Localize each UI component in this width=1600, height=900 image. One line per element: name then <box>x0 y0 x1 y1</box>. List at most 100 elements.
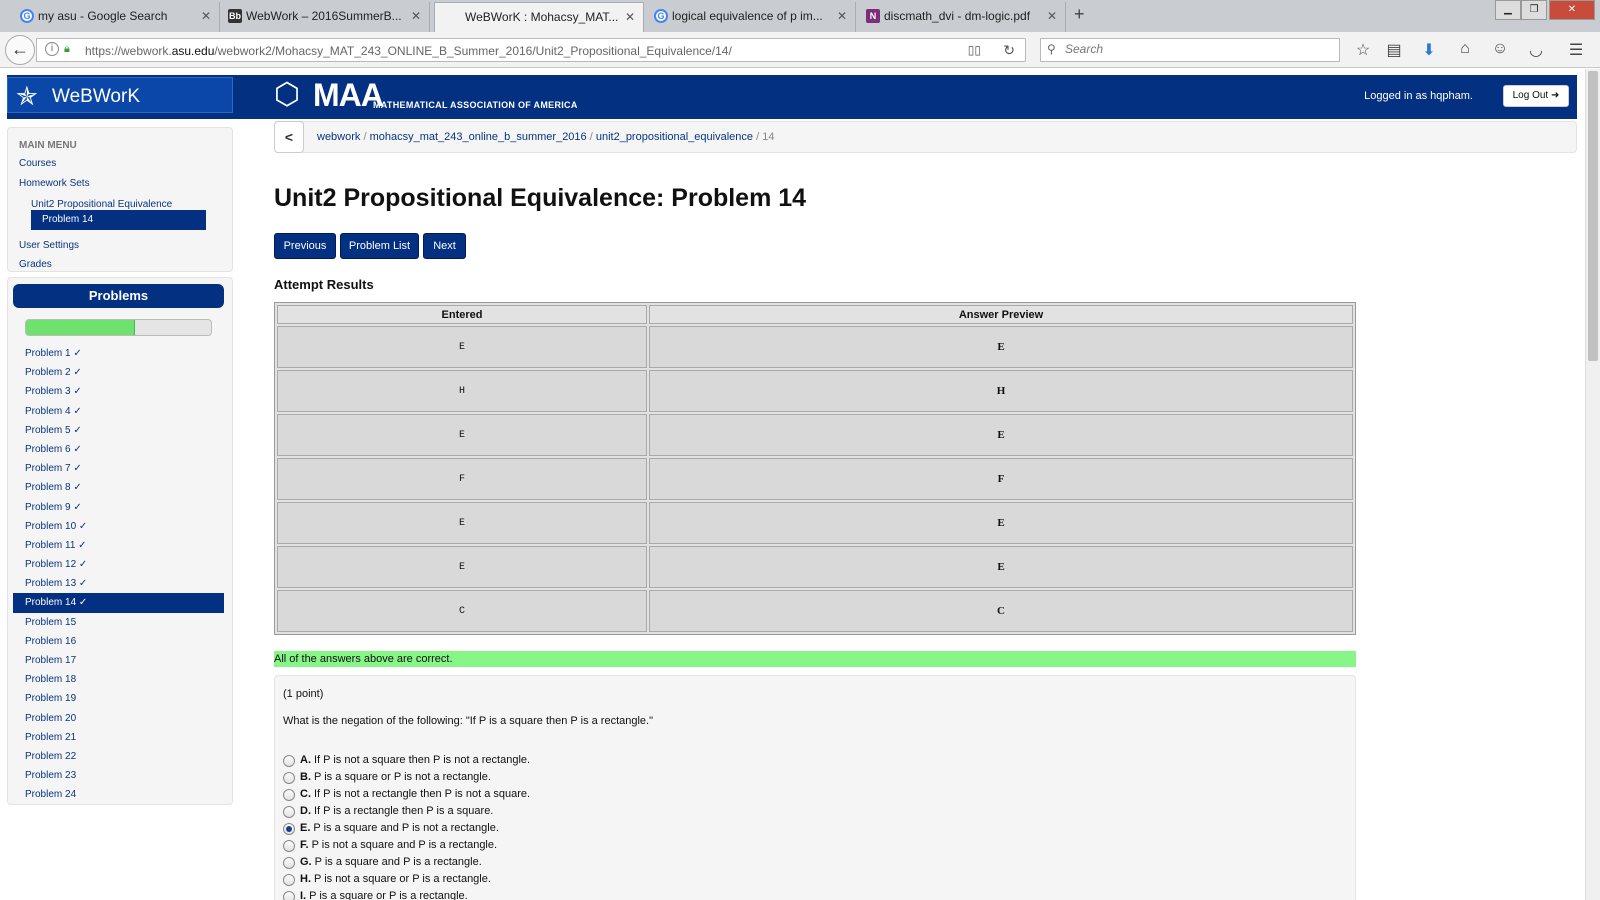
answer-choice[interactable]: E. P is a square and P is not a rectangle… <box>283 822 499 838</box>
problem-list-item[interactable]: Problem 1 ✓ <box>13 344 224 363</box>
browser-tab-webwork-active[interactable]: WeBWorK : Mohacsy_MAT... ✕ <box>434 2 644 32</box>
answer-choice[interactable]: H. P is not a square or P is a rectangle. <box>283 873 491 889</box>
menu-link-current-problem[interactable]: Problem 14 <box>31 210 206 230</box>
url-bar[interactable]: i 🔒︎ https://webwork.asu.edu/webwork2/Mo… <box>36 38 1026 62</box>
entered-cell: F <box>277 458 647 500</box>
problem-list-item[interactable]: Problem 4 ✓ <box>13 402 224 421</box>
close-tab-icon[interactable]: ✕ <box>1047 2 1057 30</box>
new-tab-icon[interactable]: + <box>1074 4 1085 25</box>
problem-list-item[interactable]: Problem 13 ✓ <box>13 574 224 593</box>
problem-list-item[interactable]: Problem 8 ✓ <box>13 478 224 497</box>
brand-name: WeBWorK <box>52 86 140 107</box>
close-tab-icon[interactable]: ✕ <box>625 3 635 31</box>
chevron-left-icon[interactable]: < <box>274 121 304 153</box>
bookmark-star-icon[interactable]: ☆ <box>1352 40 1374 60</box>
browser-search-box[interactable]: ⚲ <box>1040 38 1340 62</box>
table-row: FF <box>277 458 1353 500</box>
choice-text: P is a square or P is a rectangle. <box>309 890 468 900</box>
previous-button[interactable]: Previous <box>274 233 336 259</box>
logout-label: Log Out <box>1512 90 1549 101</box>
radio-button[interactable] <box>283 755 295 767</box>
problem-list-item[interactable]: Problem 23 <box>13 766 224 785</box>
close-tab-icon[interactable]: ✕ <box>837 2 847 30</box>
answer-choice[interactable]: D. If P is a rectangle then P is a square… <box>283 805 493 821</box>
choice-letter: I. <box>300 890 307 900</box>
choice-letter: A. <box>300 754 311 766</box>
problem-list-item[interactable]: Problem 9 ✓ <box>13 498 224 517</box>
problem-list-item[interactable]: Problem 18 <box>13 670 224 689</box>
problem-list-item[interactable]: Problem 6 ✓ <box>13 440 224 459</box>
lock-icon[interactable]: 🔒︎ <box>64 43 70 56</box>
home-icon[interactable]: ⌂ <box>1454 40 1476 60</box>
reload-icon[interactable]: ↻ <box>1003 42 1015 59</box>
radio-button[interactable] <box>283 789 295 801</box>
problem-list-button[interactable]: Problem List <box>340 233 419 259</box>
problem-list-item[interactable]: Problem 22 <box>13 747 224 766</box>
problem-list-item[interactable]: Problem 19 <box>13 689 224 708</box>
close-window-icon[interactable]: ✕ <box>1549 0 1595 20</box>
browser-tab-logical-equivalence[interactable]: G logical equivalence of p im... ✕ <box>648 2 856 32</box>
problem-list-item[interactable]: Problem 3 ✓ <box>13 382 224 401</box>
problem-list-item[interactable]: Problem 2 ✓ <box>13 363 224 382</box>
problem-list-item[interactable]: Problem 14 ✓ <box>13 593 224 613</box>
radio-button[interactable] <box>283 806 295 818</box>
answer-choice[interactable]: G. P is a square and P is a rectangle. <box>283 856 482 872</box>
answer-choice[interactable]: F. P is not a square and P is a rectangle… <box>283 839 497 855</box>
problem-list-item[interactable]: Problem 12 ✓ <box>13 555 224 574</box>
problem-points: (1 point) <box>283 688 324 700</box>
breadcrumb-course[interactable]: mohacsy_mat_243_online_b_summer_2016 <box>370 131 587 143</box>
answer-choice[interactable]: I. P is a square or P is a rectangle. <box>283 890 468 900</box>
answer-choice[interactable]: C. If P is not a rectangle then P is not … <box>283 788 530 804</box>
close-tab-icon[interactable]: ✕ <box>411 2 421 30</box>
radio-button[interactable] <box>283 840 295 852</box>
choice-text: P is a square and P is not a rectangle. <box>313 822 499 834</box>
menu-link-homework-sets[interactable]: Homework Sets <box>19 178 90 189</box>
download-icon[interactable]: ⬇ <box>1418 40 1440 60</box>
browser-tab-google-search[interactable]: G my asu - Google Search ✕ <box>14 2 220 32</box>
problem-list-item[interactable]: Problem 17 <box>13 651 224 670</box>
hamburger-menu-icon[interactable]: ☰ <box>1565 40 1587 60</box>
close-tab-icon[interactable]: ✕ <box>201 2 211 30</box>
menu-link-user-settings[interactable]: User Settings <box>19 240 79 251</box>
problem-list-item[interactable]: Problem 16 <box>13 632 224 651</box>
info-icon[interactable]: i <box>45 42 59 56</box>
problem-list-item[interactable]: Problem 24 <box>13 785 224 804</box>
radio-button[interactable] <box>283 772 295 784</box>
reading-list-icon[interactable]: ▤ <box>1383 40 1405 60</box>
problem-list-item[interactable]: Problem 21 <box>13 728 224 747</box>
browser-tab-discmath[interactable]: N discmath_dvi - dm-logic.pdf ✕ <box>860 2 1066 32</box>
breadcrumb-set[interactable]: unit2_propositional_equivalence <box>596 131 753 143</box>
maximize-icon[interactable]: ❐ <box>1521 0 1547 20</box>
problem-list-item[interactable]: Problem 15 <box>13 613 224 632</box>
choice-text: P is a square or P is not a rectangle. <box>314 771 491 783</box>
answer-choice[interactable]: A. If P is not a square then P is not a r… <box>283 754 530 770</box>
menu-link-current-set[interactable]: Unit2 Propositional Equivalence <box>31 199 172 210</box>
webwork-brand[interactable]: ✯ WeBWorK <box>7 77 233 113</box>
url-text[interactable]: https://webwork.asu.edu/webwork2/Mohacsy… <box>85 44 732 58</box>
problem-list-item[interactable]: Problem 10 ✓ <box>13 517 224 536</box>
reader-view-icon[interactable]: ▯▯ <box>968 43 981 57</box>
problem-list-item[interactable]: Problem 5 ✓ <box>13 421 224 440</box>
radio-button[interactable] <box>283 891 295 900</box>
menu-link-courses[interactable]: Courses <box>19 158 56 169</box>
radio-button[interactable] <box>283 823 295 835</box>
logout-button[interactable]: Log Out ➜ <box>1503 85 1569 107</box>
breadcrumb-webwork[interactable]: webwork <box>317 131 360 143</box>
pocket-icon[interactable]: ◡ <box>1525 40 1547 60</box>
next-button[interactable]: Next <box>423 233 466 259</box>
browser-tab-blackboard[interactable]: Bb WebWork – 2016SummerB... ✕ <box>222 2 430 32</box>
search-input[interactable] <box>1065 42 1325 56</box>
radio-button[interactable] <box>283 857 295 869</box>
back-arrow-icon[interactable]: ← <box>5 35 35 65</box>
problem-list-item[interactable]: Problem 7 ✓ <box>13 459 224 478</box>
scrollbar-thumb[interactable] <box>1588 71 1598 361</box>
problem-list-item[interactable]: Problem 11 ✓ <box>13 536 224 555</box>
page-scrollbar[interactable] <box>1585 69 1600 900</box>
main-menu-panel: MAIN MENU Courses Homework Sets Unit2 Pr… <box>7 127 233 272</box>
minimize-icon[interactable]: ▁ <box>1495 0 1521 20</box>
problem-list-item[interactable]: Problem 20 <box>13 709 224 728</box>
menu-link-grades[interactable]: Grades <box>19 259 52 270</box>
chat-icon[interactable]: ☺ <box>1489 40 1511 60</box>
answer-choice[interactable]: B. P is a square or P is not a rectangle. <box>283 771 491 787</box>
radio-button[interactable] <box>283 874 295 886</box>
